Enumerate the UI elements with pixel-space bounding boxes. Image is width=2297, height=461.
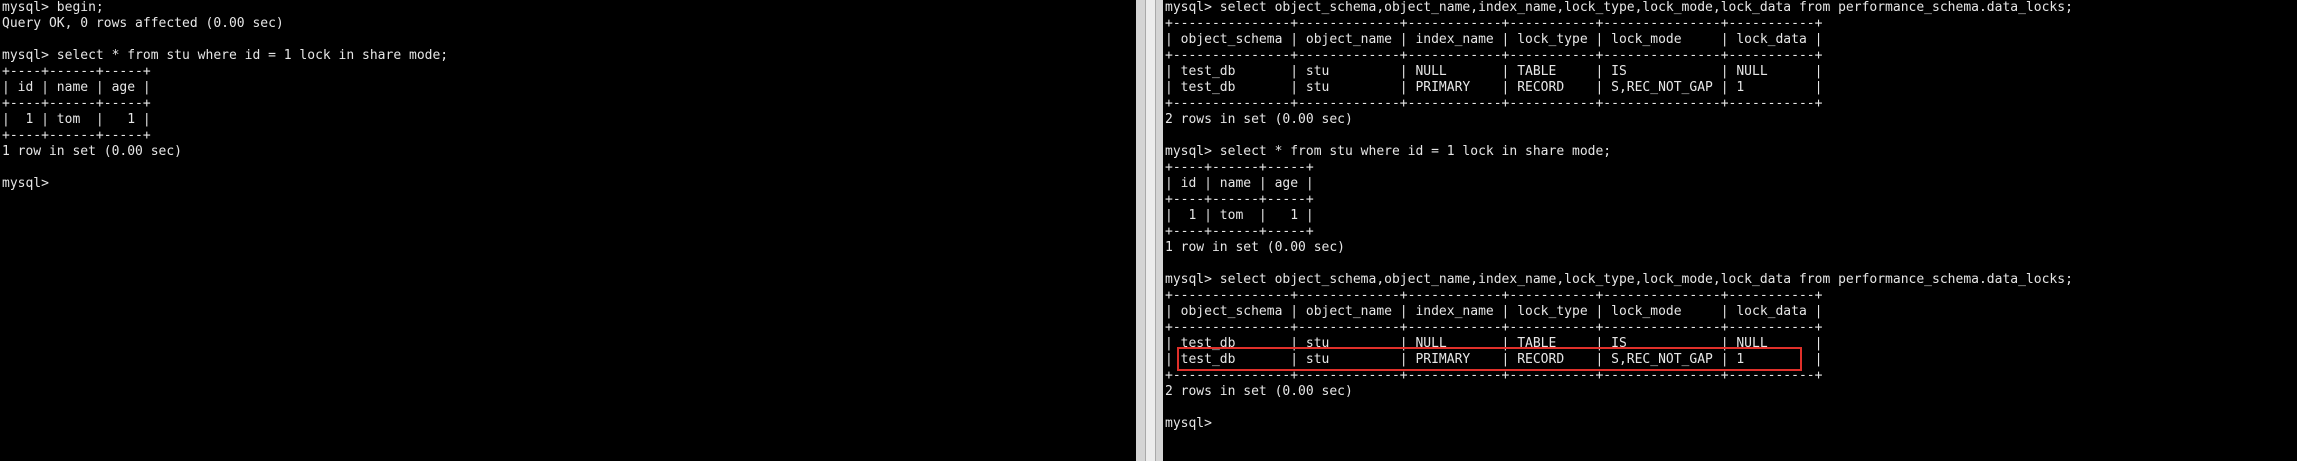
terminal-line: +---------------+-------------+---------…: [1165, 96, 1823, 111]
terminal-prompt[interactable]: mysql>: [2, 176, 1136, 192]
terminal-line: | test_db | stu | NULL | TABLE | IS | NU…: [1165, 336, 1823, 351]
pane-divider[interactable]: [1136, 0, 1163, 461]
terminal-line: +----+------+-----+: [1165, 160, 1314, 175]
terminal-line: mysql> select object_schema,object_name,…: [1165, 0, 2073, 15]
terminal-line: | test_db | stu | NULL | TABLE | IS | NU…: [1165, 64, 1823, 79]
terminal-line: | 1 | tom | 1 |: [1165, 208, 1314, 223]
left-terminal-output: mysql> begin; Query OK, 0 rows affected …: [0, 0, 1136, 192]
terminal-line: +----+------+-----+: [2, 128, 151, 143]
terminal-line: +----+------+-----+: [2, 96, 151, 111]
terminal-line: 1 row in set (0.00 sec): [2, 144, 183, 159]
left-terminal-pane[interactable]: mysql> begin; Query OK, 0 rows affected …: [0, 0, 1136, 461]
terminal-line: | object_schema | object_name | index_na…: [1165, 304, 1823, 319]
right-terminal-pane[interactable]: mysql> select object_schema,object_name,…: [1163, 0, 2297, 461]
terminal-line: +----+------+-----+: [1165, 224, 1314, 239]
terminal-line: 2 rows in set (0.00 sec): [1165, 112, 1353, 127]
terminal-line: +----+------+-----+: [2, 64, 151, 79]
terminal-line: mysql> select object_schema,object_name,…: [1165, 272, 2073, 287]
terminal-line: | test_db | stu | PRIMARY | RECORD | S,R…: [1165, 352, 1823, 367]
terminal-line: | id | name | age |: [1165, 176, 1314, 191]
pane-divider-handle[interactable]: [1145, 0, 1156, 461]
terminal-line: mysql> select * from stu where id = 1 lo…: [2, 48, 449, 63]
screen: mysql> begin; Query OK, 0 rows affected …: [0, 0, 2297, 461]
terminal-line: +---------------+-------------+---------…: [1165, 16, 1823, 31]
terminal-line: +---------------+-------------+---------…: [1165, 48, 1823, 63]
terminal-line: mysql> begin;: [2, 0, 104, 15]
terminal-line: mysql> select * from stu where id = 1 lo…: [1165, 144, 1612, 159]
terminal-line: +---------------+-------------+---------…: [1165, 368, 1823, 383]
terminal-line: | object_schema | object_name | index_na…: [1165, 32, 1823, 47]
terminal-line: 2 rows in set (0.00 sec): [1165, 384, 1353, 399]
terminal-line: | test_db | stu | PRIMARY | RECORD | S,R…: [1165, 80, 1823, 95]
terminal-line: +---------------+-------------+---------…: [1165, 288, 1823, 303]
terminal-line: Query OK, 0 rows affected (0.00 sec): [2, 16, 284, 31]
terminal-line: | id | name | age |: [2, 80, 151, 95]
terminal-line: +----+------+-----+: [1165, 192, 1314, 207]
terminal-line: | 1 | tom | 1 |: [2, 112, 151, 127]
terminal-line: +---------------+-------------+---------…: [1165, 320, 1823, 335]
terminal-prompt[interactable]: mysql>: [1165, 416, 2297, 432]
right-terminal-output: mysql> select object_schema,object_name,…: [1163, 0, 2297, 432]
terminal-line: 1 row in set (0.00 sec): [1165, 240, 1346, 255]
